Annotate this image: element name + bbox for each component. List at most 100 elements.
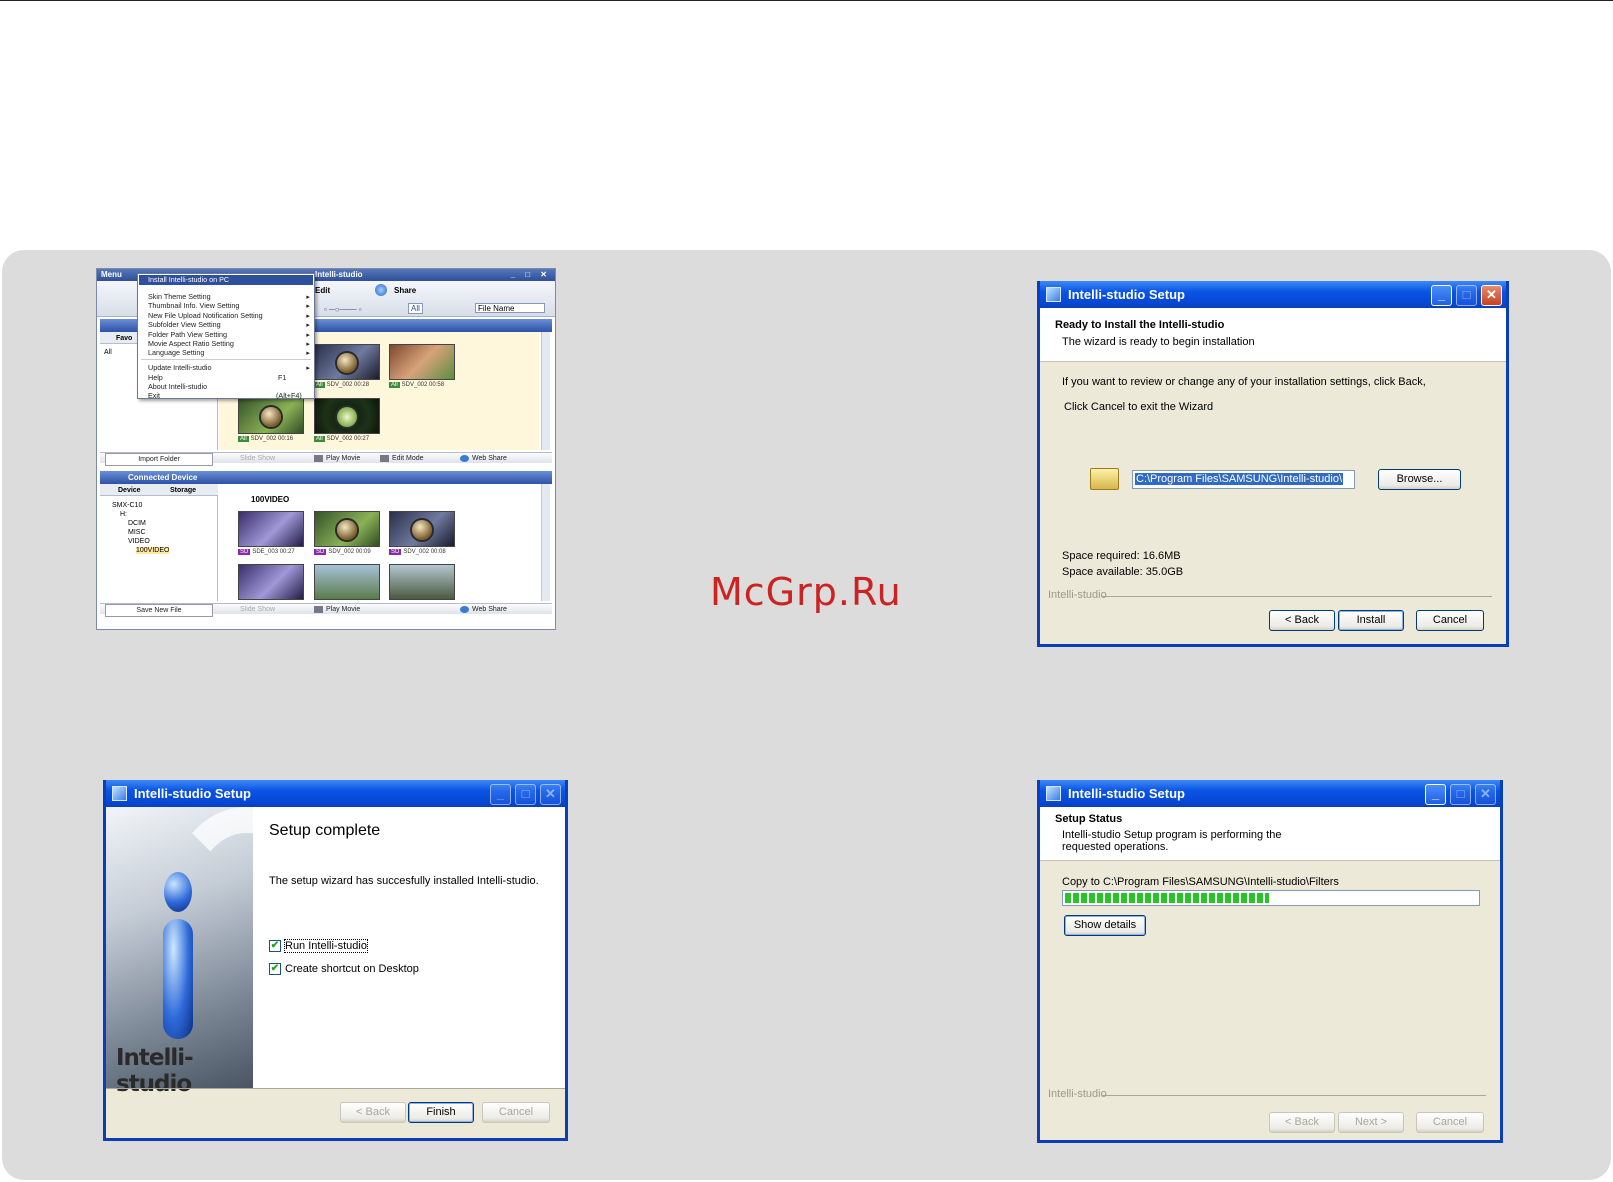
tab-storage[interactable]: Storage [170, 487, 196, 494]
menu-item-help[interactable]: Help [148, 373, 163, 382]
menu-item-subfolder[interactable]: Subfolder View Setting [148, 320, 221, 329]
thumbnail[interactable] [314, 344, 380, 380]
tree-item-dcim[interactable]: DCIM [128, 520, 146, 527]
menu-item-language[interactable]: Language Setting [148, 348, 204, 357]
import-folder-button[interactable]: Import Folder [105, 453, 213, 466]
thumbnail[interactable] [238, 398, 304, 434]
thumbnail[interactable] [314, 398, 380, 434]
dialog-header: Ready to Install the Intelli-studio The … [1040, 308, 1506, 362]
play-movie-button[interactable]: Play Movie [314, 604, 360, 615]
maximize-icon[interactable]: □ [515, 784, 536, 805]
menu-item-aspect[interactable]: Movie Aspect Ratio Setting [148, 339, 234, 348]
close-icon[interactable]: ✕ [540, 784, 561, 805]
zoom-slider[interactable]: ▫ ─○─── ▫ [324, 305, 362, 314]
tree-item-device[interactable]: SMX-C10 [112, 502, 142, 509]
back-button[interactable]: < Back [1269, 1112, 1335, 1133]
globe-icon [460, 454, 469, 462]
folder-icon [1090, 468, 1119, 490]
status-heading: Setup Status [1055, 813, 1123, 825]
thumbnail-label: All SDV_002 00:58 [389, 382, 445, 388]
thumbnail[interactable] [389, 564, 455, 600]
back-button[interactable]: < Back [340, 1102, 406, 1123]
submenu-arrow-icon: ▸ [306, 348, 310, 357]
edit-mode-button[interactable]: Edit Mode [380, 453, 424, 464]
device-scrollbar[interactable] [541, 484, 550, 601]
info-line-2: Click Cancel to exit the Wizard [1064, 401, 1214, 413]
menu-item-exit[interactable]: Exit [148, 391, 160, 400]
minimize-icon[interactable]: _ [1431, 285, 1452, 306]
tree-item-drive[interactable]: H: [120, 511, 127, 518]
thumbnail[interactable] [389, 344, 455, 380]
dialog-title-bar: Intelli-studio Setup _ □ ✕ [106, 780, 565, 807]
sort-select[interactable]: File Name [475, 303, 545, 313]
install-button[interactable]: Install [1338, 610, 1404, 631]
browse-button[interactable]: Browse... [1378, 469, 1461, 490]
finish-button[interactable]: Finish [408, 1102, 474, 1123]
submenu-arrow-icon: ▸ [306, 320, 310, 329]
ready-to-install-dialog: Intelli-studio Setup _ □ ✕ Ready to Inst… [1037, 281, 1509, 647]
menu-item-thumbnail[interactable]: Thumbnail Info. View Setting [148, 301, 239, 310]
thumbnail-label: All SDV_002 00:27 [314, 436, 370, 442]
install-path-field[interactable]: C:\Program Files\SAMSUNG\Intelli-studio\ [1132, 470, 1355, 489]
menu-item-folder-path[interactable]: Folder Path View Setting [148, 330, 227, 339]
tree-item-all[interactable]: All [104, 349, 112, 356]
window-controls-icon[interactable]: _ □ ✕ [511, 269, 551, 281]
web-share-button[interactable]: Web Share [460, 604, 507, 615]
menu-button[interactable]: Menu [101, 269, 122, 281]
menu-separator [141, 359, 311, 360]
status-subheading: Intelli-studio Setup program is performi… [1062, 829, 1282, 853]
cancel-button[interactable]: Cancel [482, 1102, 550, 1123]
menu-item-update[interactable]: Update Intelli-studio [148, 363, 212, 372]
back-button[interactable]: < Back [1269, 610, 1335, 631]
next-button[interactable]: Next > [1338, 1112, 1404, 1133]
tree-item-video[interactable]: VIDEO [128, 538, 150, 545]
dialog-title: Intelli-studio Setup [1068, 287, 1185, 302]
help-shortcut: F1 [278, 373, 287, 382]
menu-item-skin[interactable]: Skin Theme Setting [148, 292, 211, 301]
maximize-icon[interactable]: □ [1456, 285, 1477, 306]
cancel-button[interactable]: Cancel [1416, 1112, 1484, 1133]
shortcut-label[interactable]: Create shortcut on Desktop [285, 963, 419, 975]
maximize-icon[interactable]: □ [1450, 784, 1471, 805]
slide-show-button[interactable]: Slide Show [240, 604, 275, 615]
thumbnail[interactable] [314, 511, 380, 547]
thumbnail[interactable] [238, 564, 304, 600]
tree-item-misc[interactable]: MISC [128, 529, 146, 536]
share-tab[interactable]: Share [394, 286, 416, 295]
cancel-button[interactable]: Cancel [1416, 610, 1484, 631]
play-movie-button[interactable]: Play Movie [314, 453, 360, 464]
run-label[interactable]: Run Intelli-studio [284, 939, 368, 953]
dialog-title: Intelli-studio Setup [134, 786, 251, 801]
menu-item-about[interactable]: About Intelli-studio [148, 382, 207, 391]
minimize-icon[interactable]: _ [490, 784, 511, 805]
menu-item-upload[interactable]: New File Upload Notification Setting [148, 311, 263, 320]
save-new-file-button[interactable]: Save New File [105, 604, 213, 617]
web-share-button[interactable]: Web Share [460, 453, 507, 464]
tab-device[interactable]: Device [118, 487, 141, 494]
separator [1102, 1095, 1486, 1096]
run-checkbox[interactable]: ✔ [269, 940, 281, 952]
dialog-subheading: The wizard is ready to begin installatio… [1062, 336, 1255, 348]
filter-all-button[interactable]: All [408, 303, 423, 314]
tree-item-100video[interactable]: 100VIDEO [136, 547, 170, 554]
tab-favorites[interactable]: Favo [116, 335, 132, 342]
dialog-title-bar: Intelli-studio Setup _ □ ✕ [1040, 780, 1500, 807]
thumbnail[interactable] [314, 564, 380, 600]
install-progress-bar [1062, 890, 1480, 906]
thumbnail[interactable] [389, 511, 455, 547]
submenu-arrow-icon: ▸ [306, 301, 310, 310]
app-dropdown-menu: Install Intelli-studio on PC Skin Theme … [137, 273, 315, 400]
menu-item-install[interactable]: Install Intelli-studio on PC [139, 275, 313, 285]
minimize-icon[interactable]: _ [1425, 784, 1446, 805]
close-icon[interactable]: ✕ [1481, 285, 1502, 306]
thumbnail[interactable] [238, 511, 304, 547]
show-details-button[interactable]: Show details [1064, 915, 1146, 936]
complete-heading: Setup complete [269, 822, 381, 839]
shortcut-checkbox[interactable]: ✔ [269, 963, 281, 975]
pc-scrollbar[interactable] [541, 332, 550, 450]
edit-tab[interactable]: Edit [315, 286, 330, 295]
logo-dot [164, 872, 192, 912]
submenu-arrow-icon: ▸ [306, 363, 310, 372]
close-icon[interactable]: ✕ [1475, 784, 1496, 805]
slide-show-button[interactable]: Slide Show [240, 453, 275, 464]
